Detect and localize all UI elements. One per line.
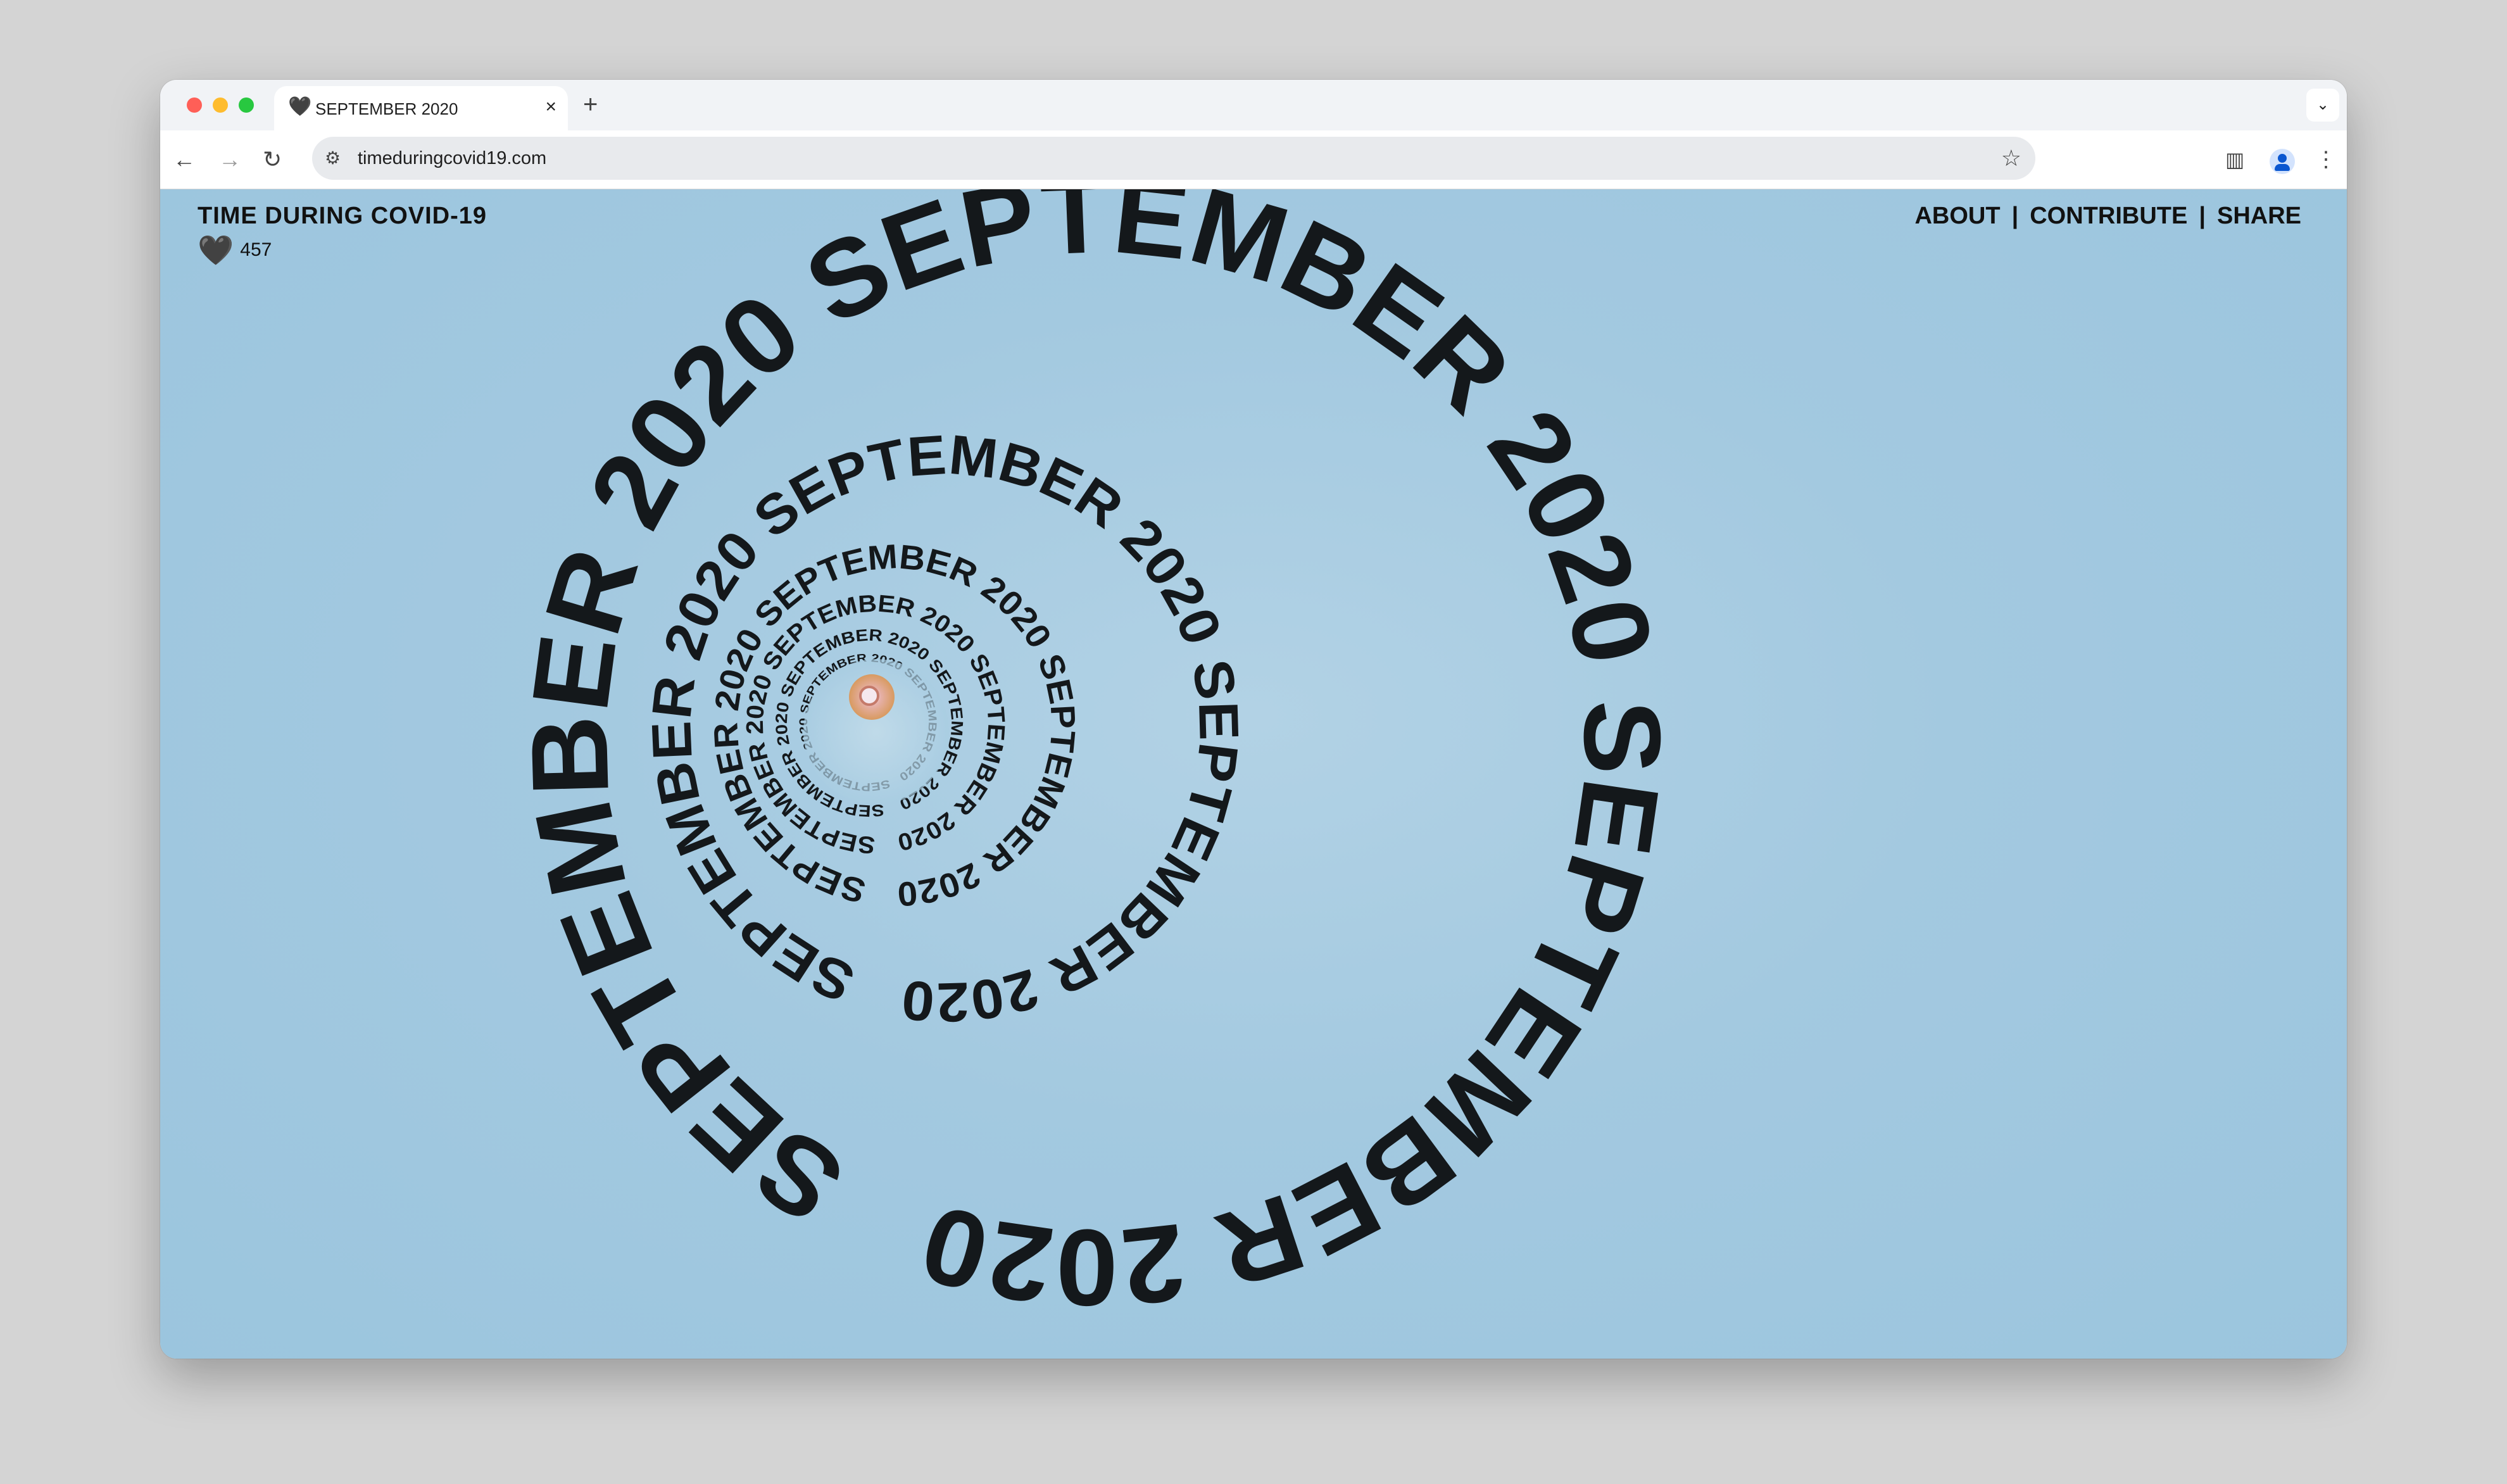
nav-share-link[interactable]: SHARE xyxy=(2217,202,2301,230)
bookmark-star-icon[interactable]: ☆ xyxy=(2001,146,2021,171)
browser-toolbar: ← → ↻ ⚙ timeduringcovid19.com ☆ ▥ ⋮ xyxy=(160,130,2347,189)
september-spiral: SEPTEMBER 2020 SEPTEMBER 2020 SEPTEMBER … xyxy=(508,189,1683,1329)
heart-counter[interactable]: 🖤 457 xyxy=(198,235,272,265)
nav-contribute-link[interactable]: CONTRIBUTE xyxy=(2030,202,2187,230)
black-heart-icon[interactable]: 🖤 xyxy=(198,235,234,265)
site-nav: ABOUT | CONTRIBUTE | SHARE xyxy=(1914,202,2301,230)
new-tab-button[interactable]: + xyxy=(583,91,598,118)
forward-arrow-icon[interactable]: → xyxy=(218,143,241,176)
maximize-window-button[interactable] xyxy=(239,97,254,113)
tab-title: SEPTEMBER 2020 xyxy=(315,99,458,118)
site-title[interactable]: TIME DURING COVID-19 xyxy=(198,202,487,230)
site-info-icon[interactable]: ⚙ xyxy=(325,147,341,170)
black-heart-icon: 🖤 xyxy=(288,96,312,117)
reload-icon[interactable]: ↻ xyxy=(263,143,282,176)
back-arrow-icon[interactable]: ← xyxy=(173,143,196,176)
address-bar[interactable]: ⚙ timeduringcovid19.com ☆ xyxy=(312,137,2035,180)
active-tab[interactable]: 🖤 SEPTEMBER 2020 × xyxy=(274,86,568,130)
close-window-button[interactable] xyxy=(187,97,202,113)
tab-bar: 🖤 SEPTEMBER 2020 × + ⌄ xyxy=(160,80,2347,130)
browser-menu-icon[interactable]: ⋮ xyxy=(2315,143,2337,176)
web-page: SEPTEMBER 2020 SEPTEMBER 2020 SEPTEMBER … xyxy=(160,189,2347,1359)
spiral-center-dot xyxy=(859,686,879,706)
heart-count: 457 xyxy=(240,239,272,260)
browser-window: 🖤 SEPTEMBER 2020 × + ⌄ ← → ↻ ⚙ timedurin… xyxy=(160,80,2347,1359)
spiral-rings: SEPTEMBER 2020 SEPTEMBER 2020 SEPTEMBER … xyxy=(508,189,1683,1329)
nav-separator: | xyxy=(2199,203,2206,229)
nav-separator: | xyxy=(2011,203,2019,229)
minimize-window-button[interactable] xyxy=(213,97,228,113)
side-panel-icon[interactable]: ▥ xyxy=(2225,143,2244,176)
window-controls xyxy=(187,97,254,113)
close-tab-icon[interactable]: × xyxy=(545,96,556,118)
nav-about-link[interactable]: ABOUT xyxy=(1914,202,2000,230)
tab-search-chevron-icon[interactable]: ⌄ xyxy=(2306,89,2339,122)
url-text[interactable]: timeduringcovid19.com xyxy=(358,148,546,169)
profile-avatar-icon[interactable] xyxy=(2270,143,2295,176)
